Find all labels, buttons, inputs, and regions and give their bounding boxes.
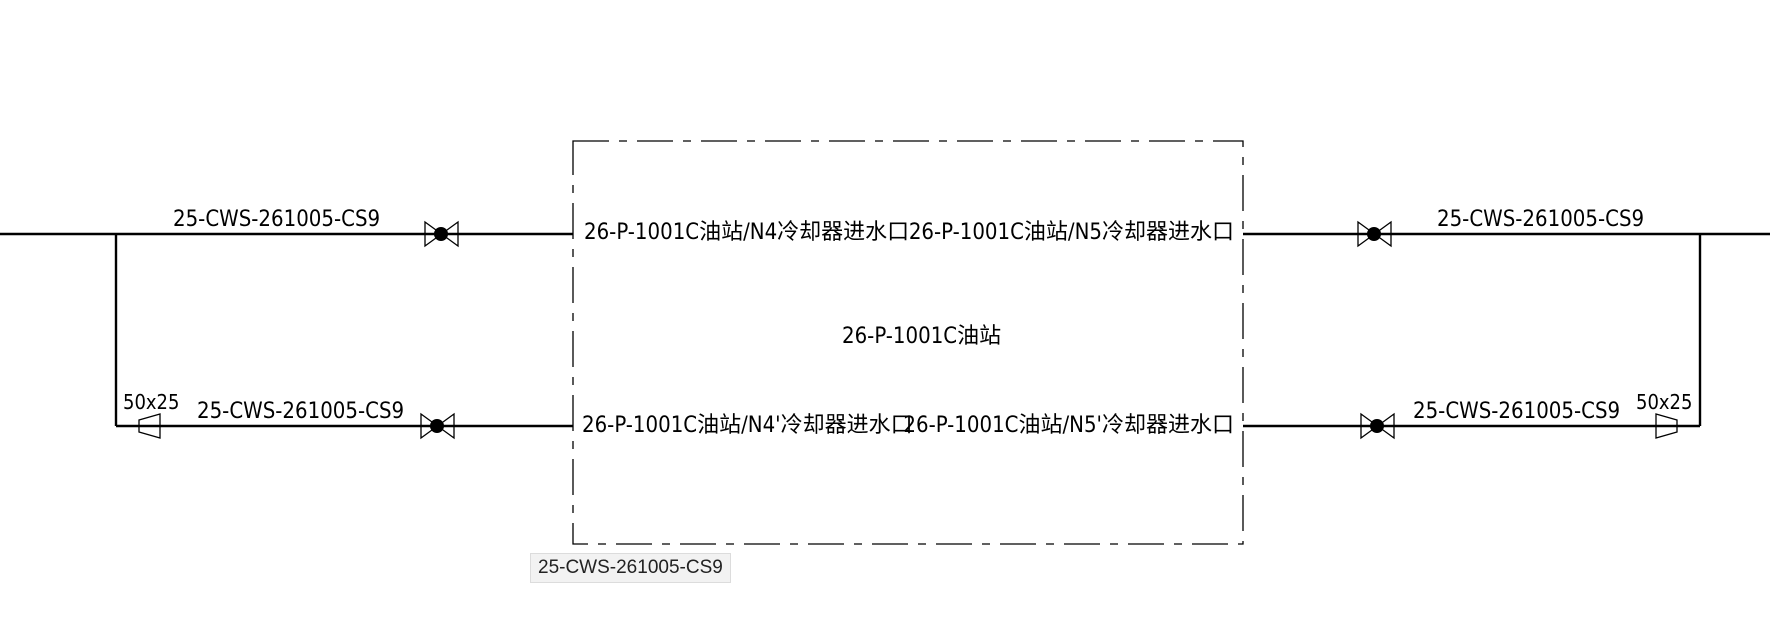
- piping-diagram: 25-CWS-261005-CS9 25-CWS-261005-CS9 25-C…: [0, 140, 1770, 545]
- equipment-label[interactable]: 26-P-1001C油站: [842, 324, 1001, 349]
- reducer-label-left: 50x25: [123, 390, 179, 414]
- reducer-label-right: 50x25: [1636, 390, 1692, 414]
- line-label-left-top[interactable]: 25-CWS-261005-CS9: [173, 207, 380, 232]
- nozzle-label-n5-prime[interactable]: 26-P-1001C油站/N5'冷却器进水口: [903, 413, 1234, 438]
- nozzle-label-n4-prime[interactable]: 26-P-1001C油站/N4'冷却器进水口: [582, 413, 913, 438]
- nozzle-label-n4[interactable]: 26-P-1001C油站/N4冷却器进水口: [584, 220, 909, 245]
- line-label-right-top[interactable]: 25-CWS-261005-CS9: [1437, 207, 1644, 232]
- hover-tooltip: 25-CWS-261005-CS9: [530, 553, 731, 583]
- nozzle-label-n5[interactable]: 26-P-1001C油站/N5冷却器进水口: [909, 220, 1234, 245]
- line-label-right-bottom[interactable]: 25-CWS-261005-CS9: [1413, 399, 1620, 424]
- line-label-left-bottom[interactable]: 25-CWS-261005-CS9: [197, 399, 404, 424]
